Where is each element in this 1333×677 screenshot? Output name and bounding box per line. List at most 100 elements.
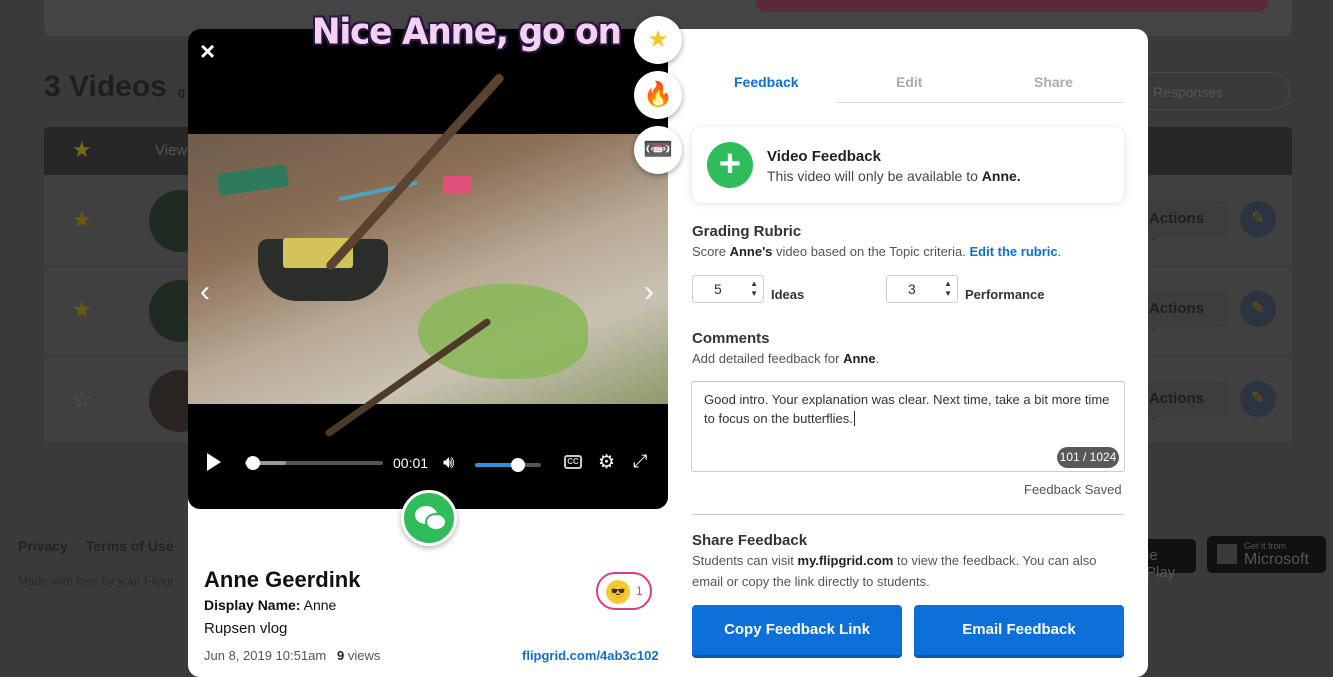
tab-edit[interactable]: Edit [896, 74, 922, 90]
display-name: Display Name: Anne [204, 597, 336, 613]
ideas-label: Ideas [771, 287, 805, 302]
tab-underline [692, 101, 836, 103]
close-icon[interactable]: × [200, 38, 215, 64]
video-progress-bar[interactable] [245, 456, 383, 470]
star-icon: ★ [647, 26, 669, 53]
edit-rubric-link[interactable]: Edit the rubric [970, 244, 1058, 259]
cassette-sticker-button[interactable]: 📼 [634, 126, 682, 174]
video-frame [188, 72, 668, 438]
stepper-arrows-icon[interactable]: ▲ ▼ [750, 279, 758, 299]
video-scene-object [418, 284, 588, 379]
comments-desc-name: Anne [843, 351, 876, 366]
rubric-desc-prefix: Score [692, 244, 726, 259]
google-play-badge: le Play [1140, 539, 1196, 581]
video-feedback-title: Video Feedback [767, 148, 881, 165]
video-scene-object [324, 317, 492, 438]
email-feedback-button[interactable]: Email Feedback [914, 605, 1124, 655]
pencil-icon: ✎ [1240, 381, 1276, 417]
response-author-name: Anne Geerdink [204, 567, 361, 592]
actions-dropdown: Actions ⌄ [1138, 201, 1228, 243]
text-cursor [853, 411, 855, 426]
star-icon: ★ [72, 297, 92, 322]
display-name-label: Display Name: [204, 597, 301, 613]
star-icon: ★ [72, 207, 92, 232]
pencil-icon: ✎ [1240, 201, 1276, 237]
cassette-icon: 📼 [643, 136, 673, 163]
share-desc-site: my.flipgrid.com [797, 553, 894, 568]
video-player[interactable]: ‹ › [188, 29, 668, 509]
actions-dropdown: Actions ⌄ [1138, 381, 1228, 423]
footer-privacy-link: Privacy [18, 538, 68, 554]
gear-icon[interactable]: ⚙ [598, 451, 615, 474]
actions-dropdown: Actions ⌄ [1138, 291, 1228, 333]
comments-desc-end: . [875, 351, 880, 366]
rubric-heading: Grading Rubric [692, 223, 802, 240]
star-sticker-button[interactable]: ★ [634, 16, 682, 64]
volume-icon[interactable]: 🔊︎ [443, 452, 454, 473]
comments-description: Add detailed feedback for Anne. [692, 348, 879, 369]
performance-score-stepper[interactable]: 3 ▲ ▼ [886, 275, 958, 303]
video-feedback-sub-text: This video will only be available to [767, 168, 978, 184]
rubric-description: Score Anne's video based on the Topic cr… [692, 241, 1061, 262]
share-feedback-heading: Share Feedback [692, 532, 808, 549]
views-label: views [347, 648, 381, 663]
comments-text: Good intro. Your explanation was clear. … [704, 392, 1110, 426]
next-video-arrow-icon[interactable]: › [644, 277, 654, 307]
ideas-score-stepper[interactable]: 5 ▲ ▼ [692, 275, 764, 303]
comment-button[interactable] [401, 490, 457, 546]
chat-icon [425, 513, 447, 531]
emoji-reaction-badge[interactable]: 😎 1 [596, 572, 652, 610]
response-date: Jun 8, 2019 10:51am 9 views [204, 648, 380, 663]
video-feedback-sub: This video will only be available to Ann… [767, 168, 1021, 184]
star-icon: ★ [72, 137, 92, 162]
play-icon[interactable] [207, 453, 221, 471]
footer-terms-link: Terms of Use [86, 538, 174, 554]
microsoft-store-badge: Get it from Microsoft [1207, 536, 1326, 573]
video-feedback-card[interactable]: + Video Feedback This video will only be… [692, 127, 1124, 203]
star-outline-icon: ☆ [72, 387, 92, 412]
performance-score-value: 3 [908, 281, 916, 297]
emoji-reaction-count: 1 [636, 584, 643, 598]
video-time: 00:01 [393, 455, 429, 471]
volume-knob[interactable] [510, 458, 525, 472]
footer-made-with-love: Made with love by your Flipgr [18, 574, 175, 588]
rubric-desc-name: Anne's [729, 244, 773, 259]
response-topic: Rupsen vlog [204, 620, 288, 637]
tab-share[interactable]: Share [1034, 74, 1073, 90]
bg-banner [756, 0, 1268, 12]
section-divider [692, 514, 1124, 515]
bg-search-input: Responses [1130, 72, 1290, 110]
character-counter: 101 / 1024 [1057, 447, 1119, 468]
bg-header-view: View [155, 142, 188, 159]
stepper-arrows-icon[interactable]: ▲ ▼ [944, 279, 952, 299]
pencil-icon: ✎ [1240, 291, 1276, 327]
add-icon[interactable]: + [707, 142, 753, 188]
feedback-tabs: Feedback Edit Share [692, 72, 1124, 103]
video-scene-object [443, 176, 471, 194]
rubric-desc-end: . [1057, 244, 1062, 259]
display-name-value: Anne [303, 597, 337, 613]
video-feedback-sub-name: Anne. [981, 168, 1021, 184]
views-count: 9 [337, 648, 345, 663]
comments-heading: Comments [692, 330, 770, 347]
prev-video-arrow-icon[interactable]: ‹ [200, 277, 210, 307]
rubric-desc-mid: video based on the Topic criteria. [776, 244, 966, 259]
response-link[interactable]: flipgrid.com/4ab3c102 [522, 648, 659, 663]
fullscreen-icon[interactable]: ⤢ [633, 451, 647, 472]
video-controls: 00:01 🔊︎ CC ⚙ ⤢ [188, 445, 668, 481]
fire-sticker-button[interactable]: 🔥 [634, 71, 682, 119]
video-scene-object [324, 72, 506, 272]
closed-captions-icon[interactable]: CC [564, 455, 582, 469]
response-date-value: Jun 8, 2019 10:51am [204, 648, 327, 663]
fire-icon: 🔥 [643, 81, 673, 108]
copy-feedback-link-button[interactable]: Copy Feedback Link [692, 605, 902, 655]
microsoft-logo-icon [1217, 544, 1237, 564]
bg-page-title: 3 Videos [44, 70, 167, 103]
share-desc-prefix: Students can visit [692, 553, 794, 568]
volume-slider[interactable] [475, 458, 541, 472]
tab-feedback[interactable]: Feedback [734, 74, 799, 90]
performance-label: Performance [965, 287, 1045, 302]
video-scene-object [216, 164, 290, 196]
progress-knob[interactable] [246, 456, 261, 470]
share-feedback-description: Students can visit my.flipgrid.com to vi… [692, 550, 1124, 592]
